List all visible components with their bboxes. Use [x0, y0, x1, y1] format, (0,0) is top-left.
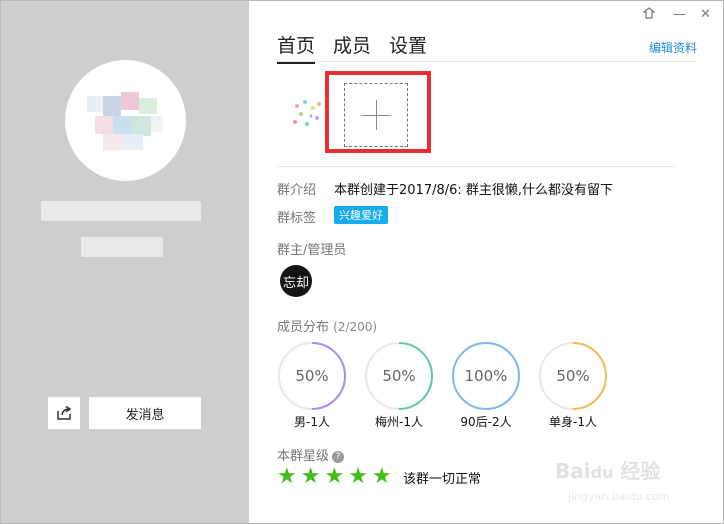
level-label: 本群星级 [277, 449, 330, 464]
distribution-ring-gender[interactable]: 50% 男-1人 [277, 341, 347, 430]
distribution-ring-region[interactable]: 50% 梅州-1人 [364, 341, 434, 430]
star-icon: ★ [300, 464, 321, 489]
tab-members[interactable]: 成员 [333, 31, 371, 64]
tab-home[interactable]: 首页 [277, 31, 316, 64]
distribution-label: 成员分布 [277, 320, 330, 335]
ring-label: 男-1人 [294, 415, 330, 429]
level-text: 该群一切正常 [403, 472, 482, 487]
help-icon[interactable]: ? [332, 450, 345, 463]
ring-percent: 100% [464, 367, 508, 385]
ring-label: 单身-1人 [549, 415, 597, 429]
group-avatar [65, 60, 186, 181]
ring-label: 梅州-1人 [375, 415, 423, 429]
distribution-heading: 成员分布 (2/200) [277, 316, 377, 335]
distribution-count: (2/200) [333, 320, 378, 334]
tab-divider [277, 61, 697, 62]
group-profile-main: — ✕ 首页 成员 设置 编辑资料 群介绍 本群创建于2017/8/6: 群主很… [249, 1, 723, 523]
admin-label: 群主/管理员 [277, 243, 347, 258]
group-profile-sidebar: 发消息 [1, 1, 249, 523]
section-divider [277, 166, 675, 167]
star-icon: ★ [277, 464, 297, 489]
ring-label: 90后-2人 [460, 415, 512, 429]
edit-profile-link[interactable]: 编辑资料 [649, 39, 697, 56]
ring-percent: 50% [295, 367, 329, 385]
distribution-ring-age[interactable]: 100% 90后-2人 [451, 341, 521, 430]
level-heading: 本群星级? [277, 445, 345, 464]
share-icon [57, 405, 72, 420]
star-icon: ★ [348, 464, 368, 489]
group-photo-thumbnail[interactable] [289, 96, 329, 134]
blurred-group-id [81, 237, 163, 257]
watermark-logo: Baidu 经验 [555, 459, 661, 483]
star-rating: ★ ★ ★ ★ ★ [277, 466, 392, 488]
star-icon: ★ [324, 464, 345, 489]
add-photo-button[interactable] [344, 83, 408, 147]
send-message-button[interactable]: 发消息 [89, 397, 201, 429]
group-tag[interactable]: 兴趣爱好 [334, 206, 388, 224]
ring-percent: 50% [382, 367, 416, 385]
intro-label: 群介绍 [277, 183, 317, 198]
star-icon: ★ [371, 464, 392, 489]
distribution-ring-relationship[interactable]: 50% 单身-1人 [538, 341, 608, 430]
share-button[interactable] [48, 397, 80, 429]
intro-text: 本群创建于2017/8/6: 群主很懒,什么都没有留下 [334, 183, 614, 198]
minimize-button[interactable]: — [673, 7, 686, 22]
tab-settings[interactable]: 设置 [389, 31, 427, 64]
watermark-url: jingyan.baidu.com [568, 490, 670, 503]
admin-avatar[interactable]: 忘却 [280, 265, 312, 297]
close-button[interactable]: ✕ [700, 7, 711, 22]
tab-bar: 首页 成员 设置 [277, 31, 427, 64]
skin-icon[interactable] [642, 7, 656, 23]
tag-label: 群标签 [277, 211, 317, 226]
ring-percent: 50% [556, 367, 590, 385]
blurred-group-name [41, 201, 201, 221]
